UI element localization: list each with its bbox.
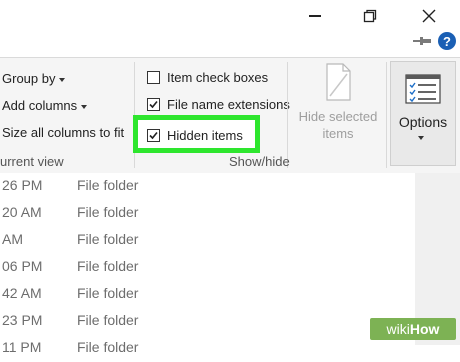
table-row[interactable]: 42 AM File folder [0, 281, 415, 308]
hidden-items-highlight[interactable]: Hidden items [133, 115, 260, 153]
add-columns-label: Add columns [2, 98, 78, 113]
options-label: Options [398, 114, 448, 130]
group-divider [386, 62, 387, 168]
file-type: File folder [77, 285, 139, 301]
close-button[interactable] [407, 0, 451, 32]
restore-button[interactable] [348, 0, 392, 32]
show-hide-group-label: Show/hide [229, 154, 290, 169]
file-name-extensions-checkbox[interactable] [147, 98, 160, 111]
hide-selected-icon [326, 63, 351, 101]
restore-icon [363, 9, 377, 23]
hide-selected-line1: Hide selected [298, 109, 378, 124]
modified-time: AM [2, 231, 23, 247]
item-check-boxes-label: Item check boxes [167, 70, 269, 85]
table-row[interactable]: 23 PM File folder [0, 308, 415, 335]
table-row[interactable]: 06 PM File folder [0, 254, 415, 281]
modified-time: 23 PM [2, 312, 43, 328]
add-columns-button[interactable]: Add columns [2, 98, 88, 113]
hidden-items-label: Hidden items [167, 128, 243, 143]
table-row[interactable]: 20 AM File folder [0, 200, 415, 227]
modified-time: 42 AM [2, 285, 42, 301]
minimize-button[interactable] [293, 0, 337, 32]
wikihow-watermark: wiki How [370, 318, 456, 340]
file-type: File folder [77, 204, 139, 220]
checkmark-icon [149, 131, 158, 140]
size-all-columns-button[interactable]: Size all columns to fit [2, 125, 124, 140]
chevron-down-icon [81, 104, 88, 109]
file-type: File folder [77, 312, 139, 328]
table-row[interactable]: AM File folder [0, 227, 415, 254]
group-by-button[interactable]: Group by [2, 71, 66, 86]
watermark-how: How [409, 321, 440, 337]
table-row[interactable]: 11 PM File folder [0, 335, 415, 362]
options-icon [405, 74, 441, 104]
help-label: ? [443, 33, 451, 49]
pin-icon[interactable] [411, 34, 433, 48]
current-view-group-label: urrent view [0, 154, 64, 169]
file-type: File folder [77, 231, 139, 247]
options-button[interactable]: Options [390, 61, 456, 166]
close-icon [422, 9, 436, 23]
item-check-boxes-checkbox[interactable] [147, 71, 160, 84]
chevron-down-icon [418, 136, 424, 140]
group-by-label: Group by [2, 71, 56, 86]
modified-time: 11 PM [2, 339, 42, 355]
help-button[interactable]: ? [438, 32, 456, 50]
title-bar [0, 0, 460, 32]
hide-selected-line2: items [322, 126, 354, 141]
size-all-columns-label: Size all columns to fit [2, 125, 125, 140]
file-list: 26 PM File folder 20 AM File folder AM F… [0, 173, 415, 355]
watermark-wiki: wiki [386, 321, 410, 337]
file-type: File folder [77, 339, 139, 355]
modified-time: 26 PM [2, 177, 43, 193]
file-name-extensions-label: File name extensions [167, 97, 290, 112]
hide-selected-items-button[interactable]: Hide selected items [288, 58, 388, 142]
modified-time: 06 PM [2, 258, 43, 274]
table-row[interactable]: 26 PM File folder [0, 173, 415, 200]
modified-time: 20 AM [2, 204, 42, 220]
chevron-down-icon [59, 77, 66, 82]
hidden-items-checkbox[interactable] [147, 129, 160, 142]
file-type: File folder [77, 177, 139, 193]
file-type: File folder [77, 258, 139, 274]
checkmark-icon [149, 100, 158, 109]
minimize-icon [309, 15, 321, 17]
